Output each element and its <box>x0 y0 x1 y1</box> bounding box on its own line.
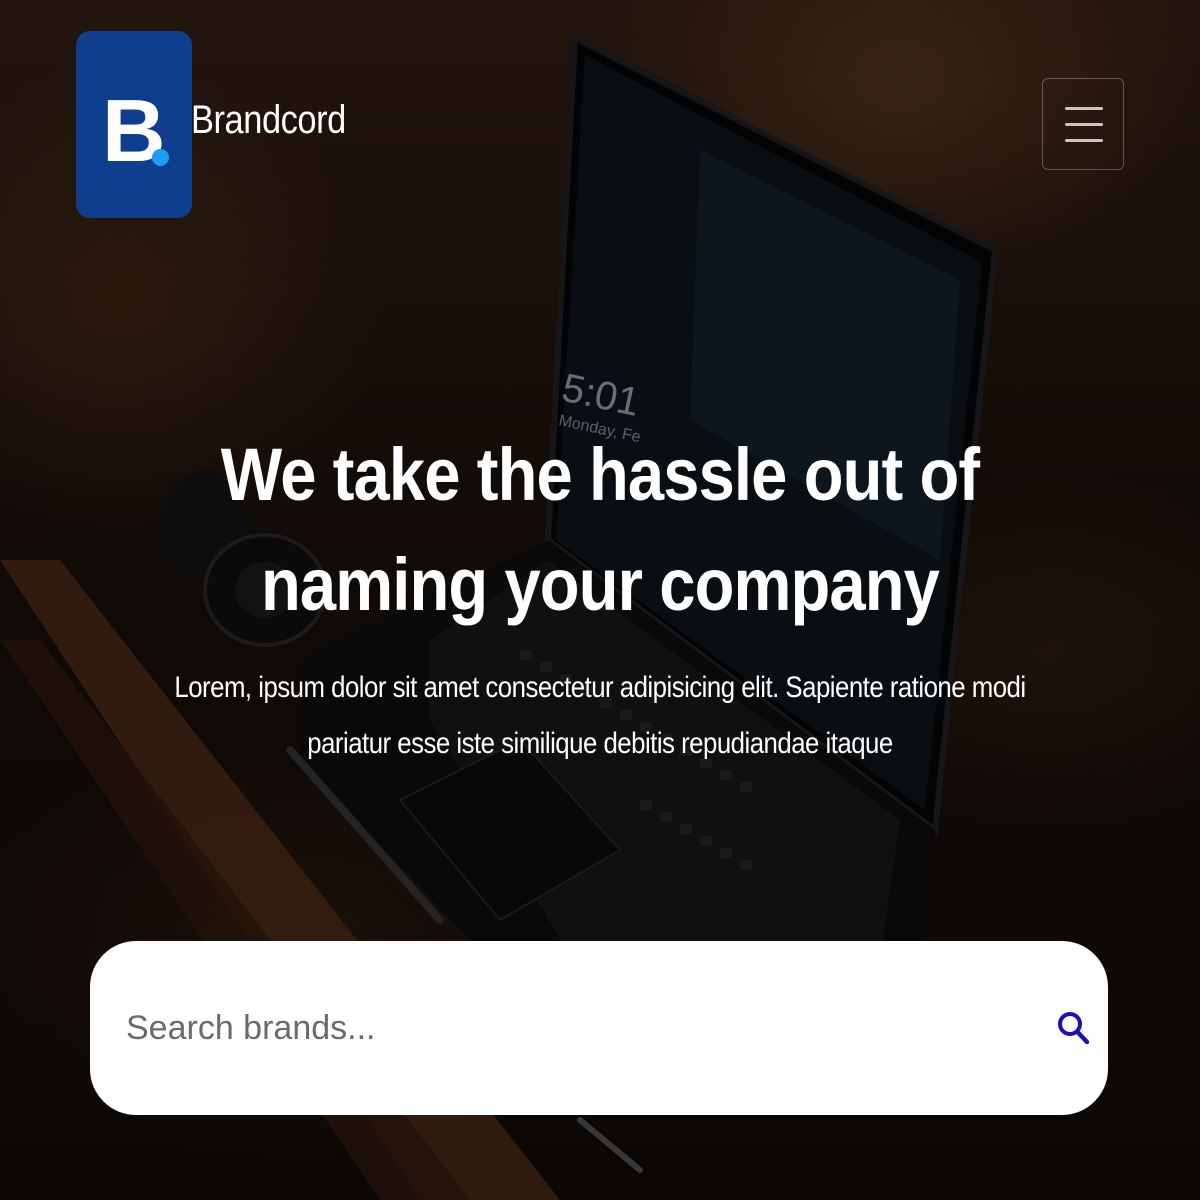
search-input[interactable] <box>126 991 1006 1065</box>
hamburger-menu-icon <box>1065 104 1103 146</box>
menu-toggle-button[interactable] <box>1042 78 1124 170</box>
hero-title: We take the hassle out of naming your co… <box>220 433 980 626</box>
landing-page: 5:01 Monday, Fe B Brandcord We take the … <box>0 0 1200 1200</box>
search-button[interactable] <box>1056 1009 1092 1047</box>
search-icon <box>1058 1012 1090 1045</box>
brand-name[interactable]: Brandcord <box>191 98 346 143</box>
search-bar <box>90 941 1108 1115</box>
logo-dot-icon <box>152 149 169 166</box>
brand-logo[interactable]: B <box>76 31 192 218</box>
hero-subtitle: Lorem, ipsum dolor sit amet consectetur … <box>174 671 1026 760</box>
